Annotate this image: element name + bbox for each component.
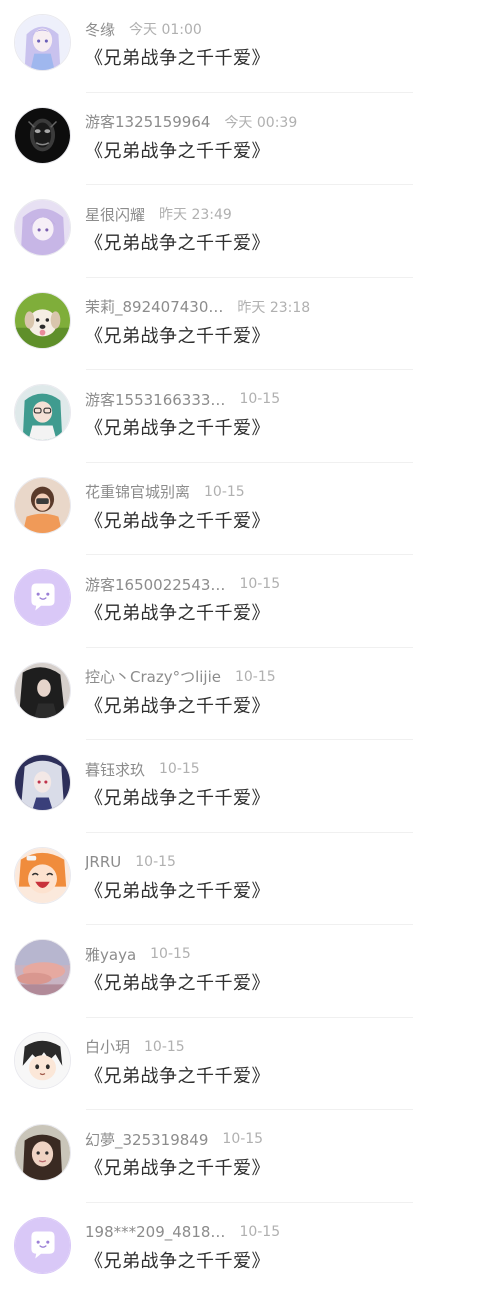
timestamp: 今天 00:39 [224,112,297,132]
timestamp: 10-15 [159,761,200,777]
book-title[interactable]: 《兄弟战争之千千爱》 [85,1247,270,1273]
dark-mask-avatar-icon[interactable] [14,107,71,164]
user-name[interactable]: JRRU [85,853,121,871]
sky-avatar-icon[interactable] [14,939,71,996]
book-title[interactable]: 《兄弟战争之千千爱》 [85,1062,270,1088]
timestamp: 10-15 [239,391,280,407]
timestamp: 10-15 [239,1224,280,1240]
timestamp: 昨天 23:18 [237,297,310,317]
user-name[interactable]: 幻夢_325319849 [85,1129,208,1150]
list-item[interactable]: 星很闪耀 昨天 23:49 《兄弟战争之千千爱》 [0,185,491,278]
timestamp: 昨天 23:49 [159,204,232,224]
timestamp: 今天 01:00 [129,19,202,39]
user-name[interactable]: 控心丶Crazy°つlijie [85,666,221,687]
list-item[interactable]: 白小玥 10-15 《兄弟战争之千千爱》 [0,1018,491,1111]
girl-selfie-avatar-icon[interactable] [14,1124,71,1181]
book-title[interactable]: 《兄弟战争之千千爱》 [85,322,270,348]
book-title[interactable]: 《兄弟战争之千千爱》 [85,599,270,625]
user-name[interactable]: 198***209_4818… [85,1223,225,1241]
list-item[interactable]: 茉莉_892407430… 昨天 23:18 《兄弟战争之千千爱》 [0,278,491,371]
book-title[interactable]: 《兄弟战争之千千爱》 [85,229,270,255]
timestamp: 10-15 [222,1131,263,1147]
green-hair-avatar-icon[interactable] [14,384,71,441]
user-name[interactable]: 游客1325159964 [85,111,210,132]
book-title[interactable]: 《兄弟战争之千千爱》 [85,507,270,533]
puppy-avatar-icon[interactable] [14,292,71,349]
list-item[interactable]: 雅yaya 10-15 《兄弟战争之千千爱》 [0,925,491,1018]
user-name[interactable]: 游客1553166333… [85,389,225,410]
user-name[interactable]: 茉莉_892407430… [85,296,223,317]
book-title[interactable]: 《兄弟战争之千千爱》 [85,414,270,440]
book-title[interactable]: 《兄弟战争之千千爱》 [85,692,270,718]
anime-girl-avatar-icon[interactable] [14,14,71,71]
laughing-anime-avatar-icon[interactable] [14,847,71,904]
user-name[interactable]: 白小玥 [85,1036,130,1057]
user-name[interactable]: 星很闪耀 [85,204,145,225]
user-name[interactable]: 暮钰求玖 [85,759,145,780]
default-chat-avatar-icon[interactable] [14,1217,71,1274]
user-name[interactable]: 游客1650022543… [85,574,225,595]
timestamp: 10-15 [144,1039,185,1055]
timestamp: 10-15 [135,854,176,870]
timestamp: 10-15 [239,576,280,592]
list-item[interactable]: 幻夢_325319849 10-15 《兄弟战争之千千爱》 [0,1110,491,1203]
list-item[interactable]: 198***209_4818… 10-15 《兄弟战争之千千爱》 [0,1203,491,1295]
list-item[interactable]: 游客1553166333… 10-15 《兄弟战争之千千爱》 [0,370,491,463]
list-item[interactable]: 花重锦官城别离 10-15 《兄弟战争之千千爱》 [0,463,491,556]
book-title[interactable]: 《兄弟战争之千千爱》 [85,784,270,810]
list-item[interactable]: 控心丶Crazy°つlijie 10-15 《兄弟战争之千千爱》 [0,648,491,741]
timestamp: 10-15 [235,669,276,685]
user-name[interactable]: 冬缘 [85,19,115,40]
list-item[interactable]: 游客1325159964 今天 00:39 《兄弟战争之千千爱》 [0,93,491,186]
dark-hair-avatar-icon[interactable] [14,662,71,719]
book-title[interactable]: 《兄弟战争之千千爱》 [85,969,270,995]
list-item[interactable]: JRRU 10-15 《兄弟战争之千千爱》 [0,833,491,926]
book-title[interactable]: 《兄弟战争之千千爱》 [85,137,270,163]
white-hair-avatar-icon[interactable] [14,754,71,811]
comment-list: 冬缘 今天 01:00 《兄弟战争之千千爱》 游客1325159964 今天 0… [0,0,491,1280]
book-title[interactable]: 《兄弟战争之千千爱》 [85,44,270,70]
list-item[interactable]: 冬缘 今天 01:00 《兄弟战争之千千爱》 [0,0,491,93]
timestamp: 10-15 [204,484,245,500]
girl-photo-avatar-icon[interactable] [14,477,71,534]
user-name[interactable]: 花重锦官城别离 [85,481,190,502]
list-item[interactable]: 游客1650022543… 10-15 《兄弟战争之千千爱》 [0,555,491,648]
book-title[interactable]: 《兄弟战争之千千爱》 [85,877,270,903]
chibi-boy-avatar-icon[interactable] [14,1032,71,1089]
timestamp: 10-15 [150,946,191,962]
purple-anime-avatar-icon[interactable] [14,199,71,256]
user-name[interactable]: 雅yaya [85,944,136,965]
book-title[interactable]: 《兄弟战争之千千爱》 [85,1154,270,1180]
default-chat-avatar-icon[interactable] [14,569,71,626]
list-item[interactable]: 暮钰求玖 10-15 《兄弟战争之千千爱》 [0,740,491,833]
